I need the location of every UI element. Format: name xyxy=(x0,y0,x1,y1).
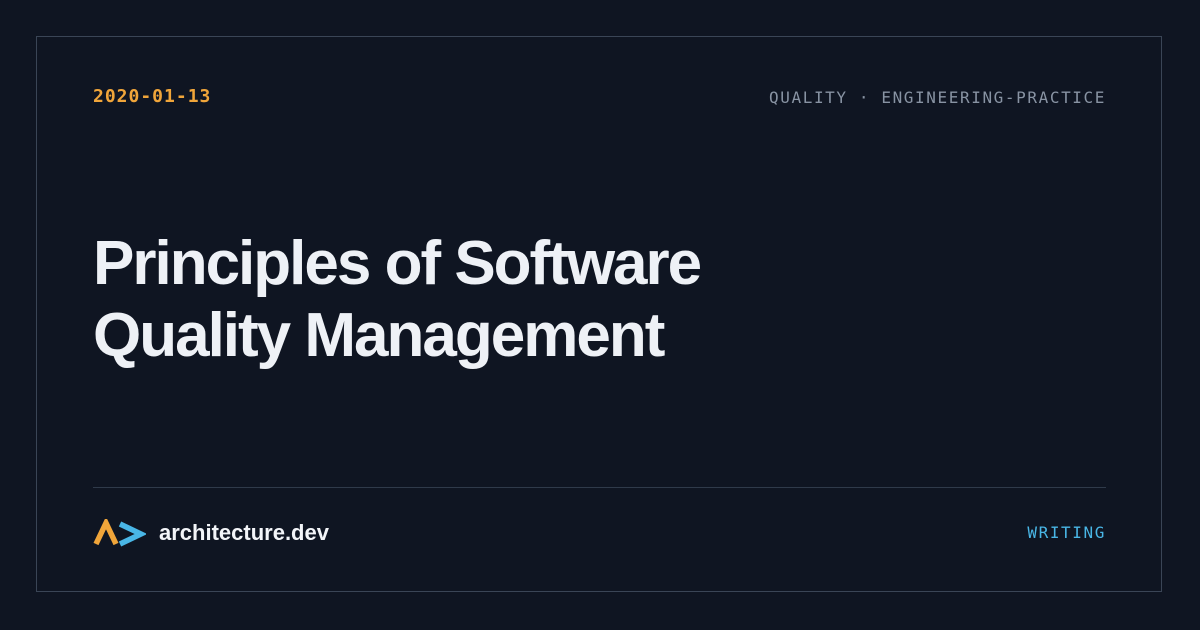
post-tags: QUALITY · ENGINEERING-PRACTICE xyxy=(769,88,1106,107)
architecture-logo-icon xyxy=(93,519,146,547)
brand-name: architecture.dev xyxy=(159,520,329,545)
post-date: 2020-01-13 xyxy=(93,86,212,107)
section-label: WRITING xyxy=(1027,523,1106,542)
divider xyxy=(93,487,1106,488)
title-line-1: Principles of Software xyxy=(93,229,702,298)
title-line-2: Quality Management xyxy=(93,301,665,370)
page-title: Principles of Software Quality Managemen… xyxy=(93,228,993,372)
